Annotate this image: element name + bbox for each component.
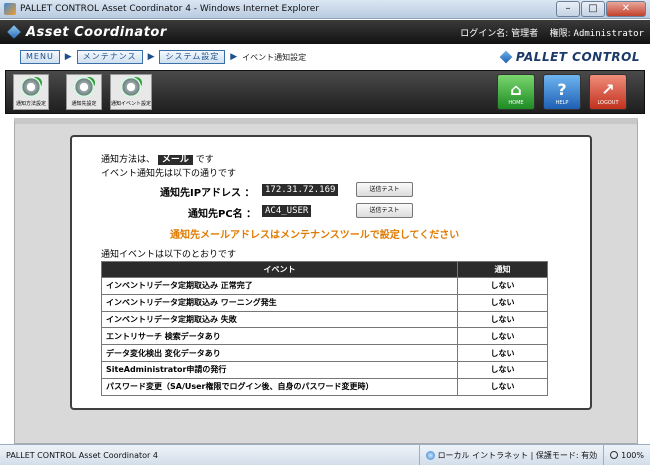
security-zone[interactable]: ローカル イントラネット | 保護モード: 有効 [418,444,604,465]
table-row: エントリサーチ 検索データあり しない [101,327,548,346]
logout-label: LOGOUT [597,100,619,106]
notify-cell: しない [457,327,548,346]
ip-address-label: 通知先IPアドレス ： [160,188,255,199]
breadcrumb-current: イベント通知設定 [242,52,307,62]
security-zone-text: ローカル イントラネット | 保護モード: 有効 [437,450,598,460]
column-header-event: イベント [101,261,458,278]
gear-icon [74,77,94,97]
logout-icon: ↗ [601,80,615,99]
mail-setting-notice: 通知先メールアドレスはメンテナンスツールで設定してください [170,230,460,241]
zoom-level: 100% [621,450,644,460]
home-label: HOME [508,100,524,106]
breadcrumb-separator-icon: ▶ [64,52,72,62]
breadcrumb-separator-icon: ▶ [147,52,155,62]
zoom-control[interactable]: 100% [603,444,650,465]
event-cell: インベントリデータ定期取込み ワーニング発生 [101,293,458,312]
tool-label: 通知イベント設定 [111,101,152,107]
notify-cell: しない [457,293,548,312]
notify-cell: しない [457,344,548,362]
brand-mark-icon [499,50,513,64]
gear-icon [121,77,141,97]
ie-icon [4,3,16,15]
ip-send-test-button[interactable]: 送信テスト [356,182,413,197]
notify-event-settings-button[interactable]: 通知イベント設定 [110,74,152,110]
login-info: ログイン名: 管理者 権限: Administrator [460,26,644,39]
table-row: SiteAdministrator申請の発行 しない [101,360,548,379]
minimize-button[interactable]: – [556,1,580,17]
event-cell: エントリサーチ 検索データあり [101,327,458,346]
gear-icon [21,77,41,97]
brand-text: PALLET CONTROL [515,50,640,64]
event-cell: インベントリデータ定期取込み 失敗 [101,310,458,329]
event-cell: SiteAdministrator申請の発行 [101,360,458,379]
login-name: ログイン名: 管理者 [460,28,539,39]
breadcrumb-separator-icon: ▶ [230,52,238,62]
window-title-bar: PALLET CONTROL Asset Coordinator 4 - Win… [0,0,650,19]
events-table: イベント 通知 インベントリデータ定期取込み 正常完了 しない インベントリデータ… [101,261,548,396]
table-header-row: イベント 通知 [101,261,548,278]
app-header: Asset Coordinator ログイン名: 管理者 権限: Adminis… [0,20,650,44]
home-icon: ⌂ [510,80,522,99]
notify-cell: しない [457,360,548,379]
brand-logo: PALLET CONTROL [499,50,640,64]
table-row: パスワード変更（SA/User権限でログイン後、自身のパスワード変更時） しない [101,377,548,396]
notify-method-settings-button[interactable]: 通知方法設定 [13,74,49,110]
close-button[interactable]: ✕ [606,1,646,17]
breadcrumb: MENU ▶ メンテナンス ▶ システム設定 ▶ イベント通知設定 PALLET… [0,44,650,70]
method-prefix: 通知方法は、 [101,155,156,165]
pc-send-test-button[interactable]: 送信テスト [356,203,413,218]
table-row: インベントリデータ定期取込み 正常完了 しない [101,277,548,295]
home-button[interactable]: ⌂ HOME [497,74,535,110]
authority-label: 権限: [549,28,571,39]
breadcrumb-maintenance[interactable]: メンテナンス [76,50,143,64]
tool-label: 通知方法設定 [15,101,46,107]
event-cell: パスワード変更（SA/User権限でログイン後、自身のパスワード変更時） [101,377,458,396]
table-row: インベントリデータ定期取込み 失敗 しない [101,310,548,329]
help-label: HELP [555,100,569,106]
notify-method-line: 通知方法は、 メール です [101,152,214,165]
toolbar: 通知方法設定 通知先設定 通知イベント設定 ⌂ HOME ? HELP ↗ LO… [5,70,645,114]
app-logo-icon [7,25,21,39]
ip-address-value: 172.31.72.169 [262,184,339,196]
app-name: Asset Coordinator [26,24,167,40]
status-title: PALLET CONTROL Asset Coordinator 4 [6,450,158,460]
table-row: データ変化検出 変化データあり しない [101,344,548,362]
breadcrumb-system-settings[interactable]: システム設定 [159,50,226,64]
notify-cell: しない [457,277,548,295]
pc-name-label: 通知先PC名 ： [188,209,257,220]
status-bar: PALLET CONTROL Asset Coordinator 4 ローカル … [0,444,650,465]
notify-cell: しない [457,377,548,396]
window-controls: – □ ✕ [555,1,646,17]
table-row: インベントリデータ定期取込み ワーニング発生 しない [101,293,548,312]
authority-value: Administrator [573,28,644,39]
window-title: PALLET CONTROL Asset Coordinator 4 - Win… [20,4,320,14]
method-value: メール [157,155,193,165]
events-intro: 通知イベントは以下のとおりです [101,250,237,260]
maximize-button[interactable]: □ [581,1,605,17]
intranet-globe-icon [425,450,435,460]
help-button[interactable]: ? HELP [543,74,581,110]
notify-destination-settings-button[interactable]: 通知先設定 [66,74,102,110]
event-cell: データ変化検出 変化データあり [101,344,458,362]
destination-intro: イベント通知先は以下の通りです [101,169,237,179]
column-header-notify: 通知 [457,261,548,278]
notify-cell: しない [457,310,548,329]
method-suffix: です [195,155,214,165]
pc-name-value: AC4_USER [262,205,312,217]
tool-label: 通知先設定 [71,101,97,107]
event-cell: インベントリデータ定期取込み 正常完了 [101,277,458,295]
zoom-icon [610,451,619,459]
breadcrumb-menu[interactable]: MENU [20,50,60,64]
help-icon: ? [557,80,567,99]
logout-button[interactable]: ↗ LOGOUT [589,74,627,110]
